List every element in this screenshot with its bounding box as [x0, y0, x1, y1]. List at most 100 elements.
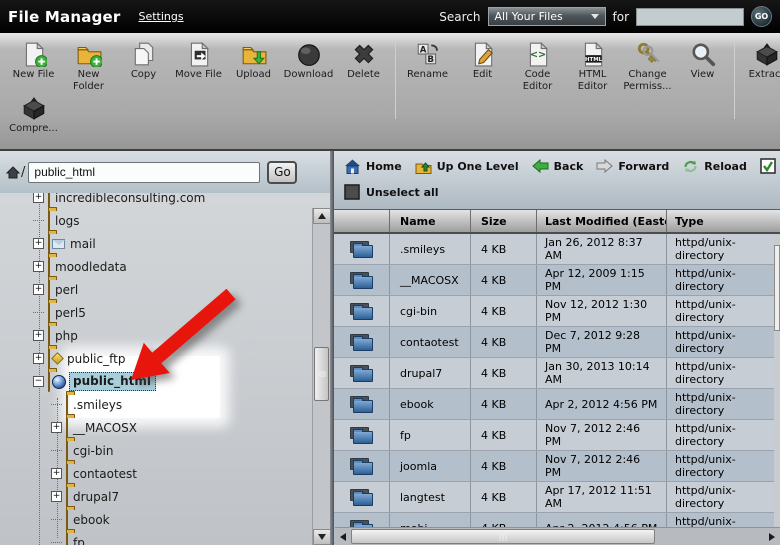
expand-plus-icon[interactable]: +: [51, 468, 62, 479]
nav-reload[interactable]: Reload: [682, 158, 747, 174]
nav-home[interactable]: Home: [344, 158, 402, 174]
table-row-joomla[interactable]: joomla4 KBNov 7, 2012 2:46 PMhttpd/unix-…: [334, 451, 780, 482]
tree-item-label: mail: [70, 237, 96, 251]
tree-scrollbar[interactable]: [312, 208, 330, 545]
toolbar-item-extract[interactable]: Extract: [739, 41, 780, 81]
expand-plus-icon[interactable]: +: [51, 491, 62, 502]
nav-forward[interactable]: Forward: [596, 158, 669, 174]
column-header-icon[interactable]: [334, 210, 390, 232]
nav-label: Back: [554, 160, 584, 173]
expand-plus-icon[interactable]: +: [33, 238, 44, 249]
toolbar-item-view[interactable]: View: [675, 41, 730, 81]
tree-item-drupal7[interactable]: +drupal7: [0, 485, 312, 508]
table-row-cgi-bin[interactable]: cgi-bin4 KBNov 12, 2012 1:30 PMhttpd/uni…: [334, 296, 780, 327]
toolbar-item-change-perms[interactable]: Change Permiss...: [620, 41, 675, 93]
expand-plus-icon[interactable]: +: [33, 284, 44, 295]
column-header-name[interactable]: Name: [390, 210, 471, 232]
toolbar-item-label: View: [691, 69, 715, 81]
path-input[interactable]: [28, 162, 260, 183]
table-vscroll-thumb[interactable]: [774, 245, 780, 331]
table-row-drupal7[interactable]: drupal74 KBJan 30, 2013 10:14 AMhttpd/un…: [334, 358, 780, 389]
toolbar-item-new-file[interactable]: New File: [6, 41, 61, 81]
tree-scrollbar-thumb[interactable]: [314, 347, 329, 401]
table-row-langtest[interactable]: langtest4 KBApr 17, 2012 11:51 AMhttpd/u…: [334, 482, 780, 513]
search-go-button[interactable]: GO: [751, 6, 772, 27]
expand-plus-icon[interactable]: +: [51, 422, 62, 433]
table-horizontal-scrollbar[interactable]: [335, 527, 780, 545]
tree-item-perl5[interactable]: perl5: [0, 301, 312, 324]
expand-plus-icon[interactable]: +: [33, 261, 44, 272]
cell-size: 4 KB: [471, 358, 537, 388]
tree-item-public-ftp[interactable]: +public_ftp: [0, 347, 312, 370]
folder-glyph: [350, 458, 374, 475]
search-scope-select[interactable]: All Your Files: [488, 7, 606, 26]
cell-modified: Jan 30, 2013 10:14 AM: [537, 358, 667, 388]
column-header-type[interactable]: Type: [667, 210, 780, 232]
toolbar-item-html-editor[interactable]: HTMLHTML Editor: [565, 41, 620, 93]
column-header-last-modified-eastern-st[interactable]: Last Modified (Eastern St: [537, 210, 667, 232]
table-row-smileys[interactable]: .smileys4 KBJan 26, 2012 8:37 AMhttpd/un…: [334, 234, 780, 265]
path-go-button[interactable]: Go: [267, 161, 297, 184]
cell-modified: Apr 12, 2009 1:15 PM: [537, 265, 667, 295]
tree-item-macosx[interactable]: +__MACOSX: [0, 416, 312, 439]
path-bar: / Go: [0, 151, 330, 193]
folder-glyph: [350, 334, 374, 351]
app-title: File Manager: [8, 8, 120, 26]
collapse-minus-icon[interactable]: −: [33, 376, 44, 387]
search-input[interactable]: [636, 8, 744, 26]
toolbar-item-edit[interactable]: Edit: [455, 41, 510, 81]
column-header-size[interactable]: Size: [471, 210, 537, 232]
toolbar-item-compress[interactable]: Compre...: [6, 95, 61, 135]
toolbar-item-copy[interactable]: Copy: [116, 41, 171, 81]
settings-link[interactable]: Settings: [138, 10, 183, 23]
scroll-right-button[interactable]: [765, 529, 778, 544]
nav-row1: Home Up One Level Back Forward Reload Select …: [344, 158, 780, 174]
nav-select-all[interactable]: Select all: [760, 158, 780, 174]
expand-plus-icon[interactable]: +: [33, 193, 44, 203]
tree-item-smileys[interactable]: .smileys: [0, 393, 312, 416]
tree-item-label: .smileys: [73, 398, 122, 412]
folder-icon: [66, 441, 68, 460]
toolbar-item-upload[interactable]: Upload: [226, 41, 281, 81]
tree-item-contaotest[interactable]: +contaotest: [0, 462, 312, 485]
tree-item-public-html[interactable]: −public_html: [0, 370, 312, 393]
scroll-up-button[interactable]: [313, 208, 331, 224]
tree-item-ebook[interactable]: ebook: [0, 508, 312, 531]
home-icon: [344, 158, 361, 174]
tree-item-incredibleconsulting-com[interactable]: +incredibleconsulting.com: [0, 193, 312, 209]
table-vertical-scrollbar[interactable]: [774, 234, 780, 527]
tree-item-moodledata[interactable]: +moodledata: [0, 255, 312, 278]
nav-label: Up One Level: [437, 160, 519, 173]
toolbar-item-rename[interactable]: ABRename: [400, 41, 455, 81]
scroll-down-button[interactable]: [313, 529, 331, 545]
tree-item-perl[interactable]: +perl: [0, 278, 312, 301]
folder-icon: [48, 280, 50, 299]
nav-unselect-all[interactable]: Unselect all: [344, 184, 439, 200]
table-row-ebook[interactable]: ebook4 KBApr 2, 2012 4:56 PMhttpd/unix-d…: [334, 389, 780, 420]
cell-name: joomla: [390, 451, 471, 481]
home-icon[interactable]: [6, 166, 20, 179]
toolbar-item-code-editor[interactable]: <>Code Editor: [510, 41, 565, 93]
triangle-up-icon: [318, 213, 326, 219]
table-row-fp[interactable]: fp4 KBNov 7, 2012 2:46 PMhttpd/unix-dire…: [334, 420, 780, 451]
toolbar-item-new-folder[interactable]: New Folder: [61, 41, 116, 93]
scroll-left-button[interactable]: [336, 529, 349, 544]
directory-tree-panel: +incredibleconsulting.comlogs + mail +moodl…: [0, 193, 330, 545]
tree-item-logs[interactable]: logs: [0, 209, 312, 232]
tree-item-fp[interactable]: fp: [0, 531, 312, 545]
hscroll-thumb[interactable]: [351, 529, 655, 544]
table-row-contaotest[interactable]: contaotest4 KBDec 7, 2012 9:28 PMhttpd/u…: [334, 327, 780, 358]
tree-item-mail[interactable]: + mail: [0, 232, 312, 255]
top-bar: File Manager Settings Search All Your Fi…: [0, 0, 780, 33]
expand-plus-icon[interactable]: +: [33, 330, 44, 341]
nav-back[interactable]: Back: [532, 158, 584, 174]
toolbar-item-delete[interactable]: Delete: [336, 41, 391, 81]
nav-up-one-level[interactable]: Up One Level: [415, 158, 519, 174]
tree-item-cgi-bin[interactable]: cgi-bin: [0, 439, 312, 462]
toolbar-item-move-file[interactable]: Move File: [171, 41, 226, 81]
tree-item-php[interactable]: +php: [0, 324, 312, 347]
toolbar-item-download[interactable]: Download: [281, 41, 336, 81]
table-row-macosx[interactable]: __MACOSX4 KBApr 12, 2009 1:15 PMhttpd/un…: [334, 265, 780, 296]
folder-icon: [48, 349, 50, 368]
expand-plus-icon[interactable]: +: [33, 353, 44, 364]
